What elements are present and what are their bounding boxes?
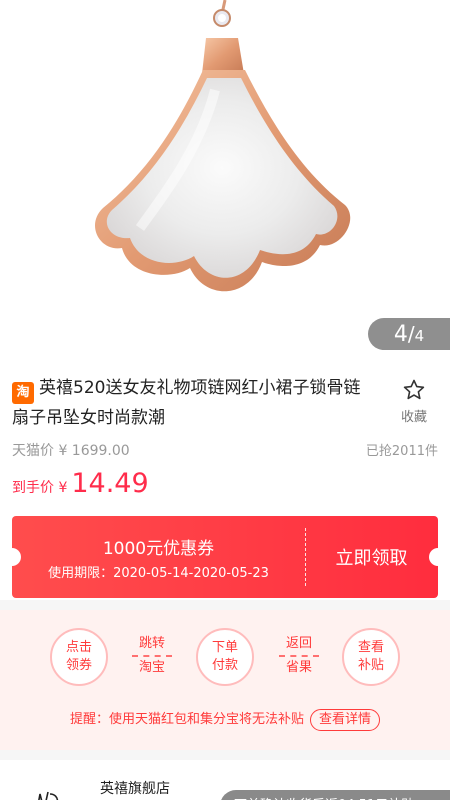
step-claim-coupon: 点击 领券 — [50, 628, 108, 686]
image-pager-indicator: 4 / 4 — [368, 318, 450, 350]
star-icon — [403, 379, 425, 400]
favorite-button[interactable]: 收藏 — [394, 378, 434, 425]
pager-separator: / — [407, 322, 415, 346]
step-view-subsidy: 查看 补贴 — [342, 628, 400, 686]
coupon-amount: 1000元优惠券 — [102, 539, 215, 559]
shop-bar[interactable]: 英禧旗舰店 下单确认收货后返04.51元补贴 — [0, 760, 450, 800]
product-title: 英禧520送女友礼物项链网红小裙子锁骨链扇子吊坠女时尚款潮 — [12, 378, 361, 428]
step-text: 省果 — [285, 660, 312, 675]
pendant-product-image — [94, 0, 351, 292]
step-text: 淘宝 — [138, 660, 165, 675]
step-text: 返回 — [285, 636, 312, 651]
sold-count: 已抢2011件 — [365, 444, 438, 459]
subsidy-section: 点击 领券 跳转 淘宝 下单 付款 返回 省果 查看 补贴 提醒：使用天猫红包和… — [0, 610, 450, 750]
claim-coupon-button[interactable]: 立即领取 — [305, 516, 438, 598]
step-text: 下单 — [211, 640, 238, 655]
shop-logo-icon — [38, 791, 59, 800]
pager-total: 4 — [414, 327, 425, 345]
pager-current: 4 — [393, 321, 408, 347]
step-order-pay: 下单 付款 — [196, 628, 254, 686]
cashback-tip: 下单确认收货后返04.51元补贴 — [220, 790, 450, 800]
step-text: 跳转 — [138, 636, 165, 651]
dashed-connector — [132, 655, 172, 657]
step-return: 返回 省果 — [275, 634, 323, 678]
subsidy-notice: 提醒：使用天猫红包和集分宝将无法补贴 查看详情 — [0, 708, 450, 731]
notice-text: 提醒：使用天猫红包和集分宝将无法补贴 — [69, 712, 304, 727]
product-detail-page: 4 / 4 淘英禧520送女友礼物项链网红小裙子锁骨链扇子吊坠女时尚款潮 收藏 … — [0, 0, 450, 800]
step-text: 点击 — [65, 640, 92, 655]
step-text: 付款 — [211, 658, 238, 673]
shop-name: 英禧旗舰店 — [100, 781, 170, 797]
product-image-carousel[interactable]: 4 / 4 — [0, 0, 450, 352]
subsidy-steps: 点击 领券 跳转 淘宝 下单 付款 返回 省果 查看 补贴 — [0, 620, 450, 690]
favorite-label: 收藏 — [400, 410, 427, 425]
coupon-card[interactable]: 1000元优惠券 使用期限：2020-05-14-2020-05-23 立即领取 — [12, 516, 438, 598]
dashed-connector — [279, 655, 319, 657]
coupon-period: 使用期限：2020-05-14-2020-05-23 — [48, 566, 269, 581]
product-info-card: 淘英禧520送女友礼物项链网红小裙子锁骨链扇子吊坠女时尚款潮 收藏 天猫价 ¥ … — [0, 352, 450, 600]
final-price-label: 到手价 ¥ — [12, 480, 68, 496]
original-price: 天猫价 ¥ 1699.00 — [12, 443, 130, 459]
taobao-badge-icon: 淘 — [12, 382, 34, 404]
step-text: 领券 — [65, 658, 92, 673]
step-text: 查看 — [357, 640, 384, 655]
final-price-value: 14.49 — [71, 468, 149, 499]
final-price-row: 到手价 ¥ 14.49 — [12, 468, 149, 499]
step-text: 补贴 — [357, 658, 384, 673]
step-jump-taobao: 跳转 淘宝 — [128, 634, 176, 678]
product-title-row: 淘英禧520送女友礼物项链网红小裙子锁骨链扇子吊坠女时尚款潮 — [12, 374, 372, 432]
view-details-button[interactable]: 查看详情 — [310, 709, 381, 731]
